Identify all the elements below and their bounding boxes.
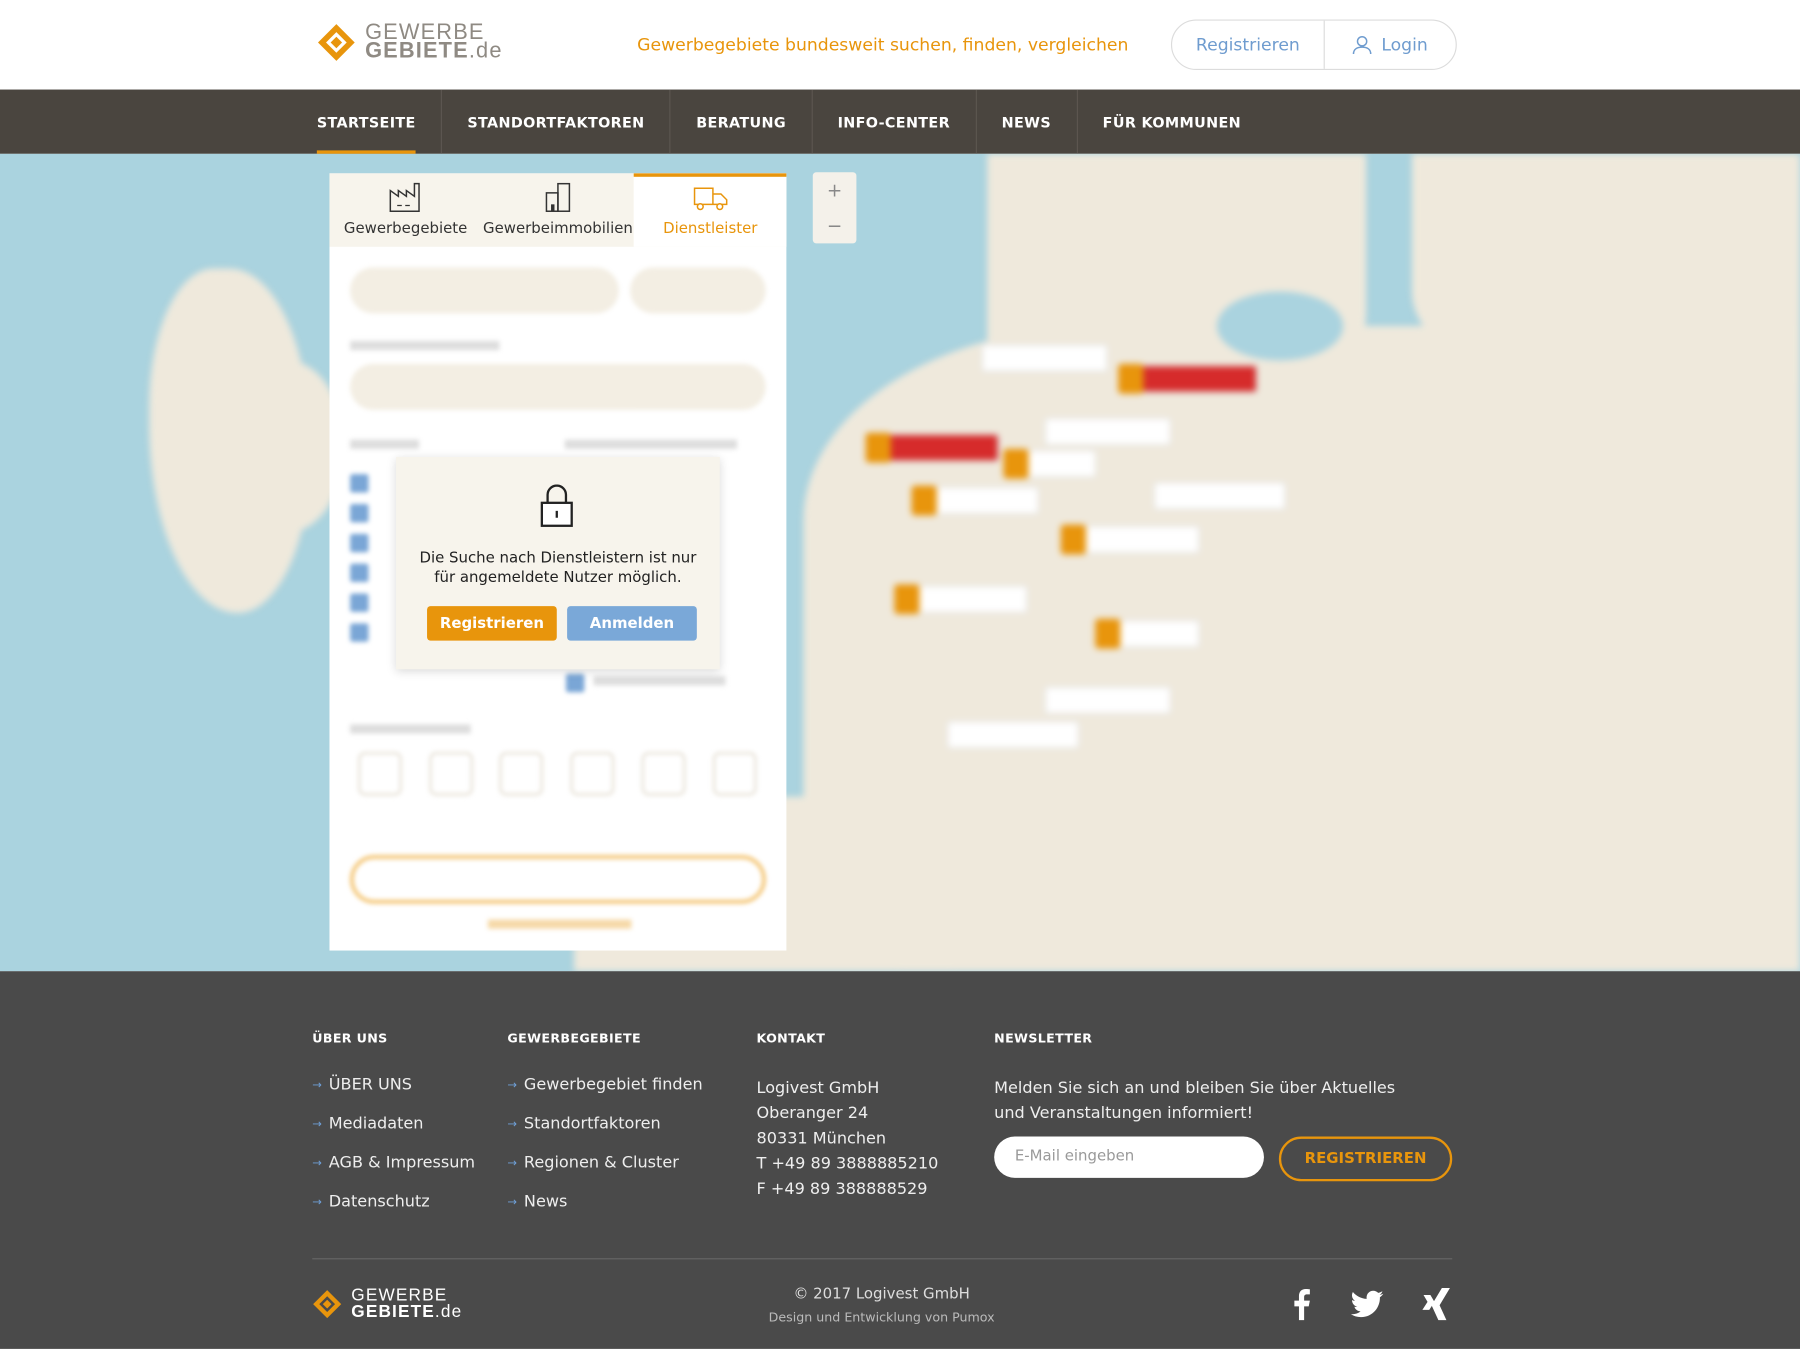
nav-item-info-center[interactable]: INFO-CENTER xyxy=(812,89,977,154)
tab-gewerbegebiete[interactable]: Gewerbegebiete xyxy=(329,173,481,246)
contact-phone: T +49 89 3888885210 xyxy=(756,1154,939,1174)
lock-icon xyxy=(540,484,573,527)
site-header: GEWERBE GEBIETE.de Gewerbegebiete bundes… xyxy=(0,0,1800,90)
footer-divider xyxy=(312,1258,1453,1260)
tab-label: Dienstleister xyxy=(663,220,758,238)
service-area-select[interactable] xyxy=(350,363,766,410)
tab-label: Gewerbegebiete xyxy=(343,220,468,238)
facebook-icon[interactable] xyxy=(1293,1288,1311,1321)
dialog-message: Die Suche nach Dienstleistern ist nur fü… xyxy=(419,549,697,587)
register-button[interactable]: Registrieren xyxy=(1172,20,1325,69)
nav-item-startseite[interactable]: STARTSEITE xyxy=(292,89,443,154)
footer-heading: GEWERBEGEBIETE xyxy=(507,1030,641,1046)
copyright-block: © 2017 Logivest GmbH Design und Entwickl… xyxy=(689,1286,1075,1325)
zoom-controls: + − xyxy=(812,172,857,244)
footer-link[interactable]: → Gewerbegebiet finden xyxy=(507,1076,702,1115)
arrow-icon: → xyxy=(507,1118,518,1131)
tab-label: Gewerbeimmobilien xyxy=(483,220,633,238)
footer-col-about: ÜBER UNS → ÜBER UNS → Mediadaten → AGB & Im… xyxy=(312,1031,475,1232)
dialog-register-button[interactable]: Registrieren xyxy=(427,606,557,641)
tagline: Gewerbegebiete bundesweit suchen, finden… xyxy=(637,34,1129,56)
twitter-icon[interactable] xyxy=(1350,1290,1384,1318)
building-icon xyxy=(545,182,571,212)
contact-line: Logivest GmbH xyxy=(756,1079,880,1098)
newsletter-text: und Veranstaltungen informiert! xyxy=(994,1104,1254,1123)
contact-fax: F +49 89 388888529 xyxy=(756,1180,928,1199)
logo-line-2: GEBIETE xyxy=(351,1301,435,1322)
footer-link[interactable]: → AGB & Impressum xyxy=(312,1154,475,1193)
footer-link[interactable]: → ÜBER UNS xyxy=(312,1076,475,1115)
login-button[interactable]: Login xyxy=(1325,21,1456,69)
nav-item-fuer-kommunen[interactable]: FÜR KOMMUNEN xyxy=(1077,90,1266,154)
factory-icon xyxy=(389,182,421,212)
footer-link[interactable]: → Standortfaktoren xyxy=(507,1115,702,1154)
tab-gewerbeimmobilien[interactable]: Gewerbeimmobilien xyxy=(482,173,634,246)
nav-item-beratung[interactable]: BERATUNG xyxy=(671,89,813,154)
radius-select[interactable] xyxy=(630,267,766,314)
arrow-icon: → xyxy=(507,1196,518,1209)
show-results-button[interactable] xyxy=(350,855,766,904)
credit: Design und Entwicklung von Pumox xyxy=(768,1309,995,1325)
footer-logo[interactable]: GEWERBE GEBIETE.de xyxy=(312,1287,463,1322)
zoom-out-button[interactable]: − xyxy=(813,208,857,244)
logo-icon xyxy=(313,1290,342,1319)
logo-line-2: GEBIETE xyxy=(365,39,469,64)
footer-col-contact: KONTAKT Logivest GmbH Oberanger 24 80331… xyxy=(757,1031,939,1202)
arrow-icon: → xyxy=(507,1157,518,1170)
footer-col-gewerbegebiete: GEWERBEGEBIETE → Gewerbegebiet finden → St… xyxy=(507,1031,702,1232)
nav-item-standortfaktoren[interactable]: STANDORTFAKTOREN xyxy=(442,89,671,154)
logo-suffix: .de xyxy=(434,1301,463,1322)
zoom-in-button[interactable]: + xyxy=(813,172,857,208)
newsletter-email-input[interactable]: E-Mail eingeben xyxy=(994,1136,1264,1178)
footer-link[interactable]: → Datenschutz xyxy=(312,1193,475,1232)
footer-heading: KONTAKT xyxy=(756,1030,826,1046)
user-icon xyxy=(1353,35,1372,54)
footer-heading: NEWSLETTER xyxy=(994,1030,1093,1046)
main-nav: STARTSEITE STANDORTFAKTOREN BERATUNG INF… xyxy=(0,89,1800,154)
footer-heading: ÜBER UNS xyxy=(312,1030,388,1046)
xing-icon[interactable] xyxy=(1421,1288,1451,1321)
location-input[interactable] xyxy=(350,267,619,314)
logo-icon xyxy=(317,24,355,61)
login-required-dialog: Die Suche nach Dienstleistern ist nur fü… xyxy=(396,456,720,670)
arrow-icon: → xyxy=(312,1079,322,1092)
contact-line: 80331 München xyxy=(756,1129,887,1148)
footer-link[interactable]: → Regionen & Cluster xyxy=(507,1154,702,1193)
arrow-icon: → xyxy=(312,1196,322,1209)
newsletter-text: Melden Sie sich an und bleiben Sie über … xyxy=(994,1079,1396,1098)
footer-link[interactable]: → News xyxy=(507,1193,702,1232)
site-footer: ÜBER UNS → ÜBER UNS → Mediadaten → AGB & Im… xyxy=(0,971,1800,1349)
footer-col-newsletter: NEWSLETTER Melden Sie sich an und bleibe… xyxy=(994,1031,1395,1126)
site-logo[interactable]: GEWERBE GEBIETE.de xyxy=(317,22,503,64)
map-view[interactable]: + − xyxy=(0,153,1800,972)
map-background xyxy=(0,153,1800,972)
dialog-login-button[interactable]: Anmelden xyxy=(567,606,697,641)
arrow-icon: → xyxy=(507,1079,518,1092)
footer-link[interactable]: → Mediadaten xyxy=(312,1115,475,1154)
newsletter-register-button[interactable]: REGISTRIEREN xyxy=(1278,1136,1453,1182)
arrow-icon: → xyxy=(312,1157,322,1170)
login-label: Login xyxy=(1381,34,1428,56)
logo-suffix: .de xyxy=(468,39,503,64)
truck-icon xyxy=(693,187,728,211)
copyright: © 2017 Logivest GmbH xyxy=(793,1285,970,1303)
tab-dienstleister[interactable]: Dienstleister xyxy=(634,173,787,247)
auth-buttons: Registrieren Login xyxy=(1170,19,1457,71)
contact-line: Oberanger 24 xyxy=(756,1104,869,1123)
nav-item-news[interactable]: NEWS xyxy=(976,89,1078,154)
arrow-icon: → xyxy=(312,1118,322,1131)
search-tabs: Gewerbegebiete Gewerbeimmobilien Dienstl… xyxy=(329,173,787,247)
